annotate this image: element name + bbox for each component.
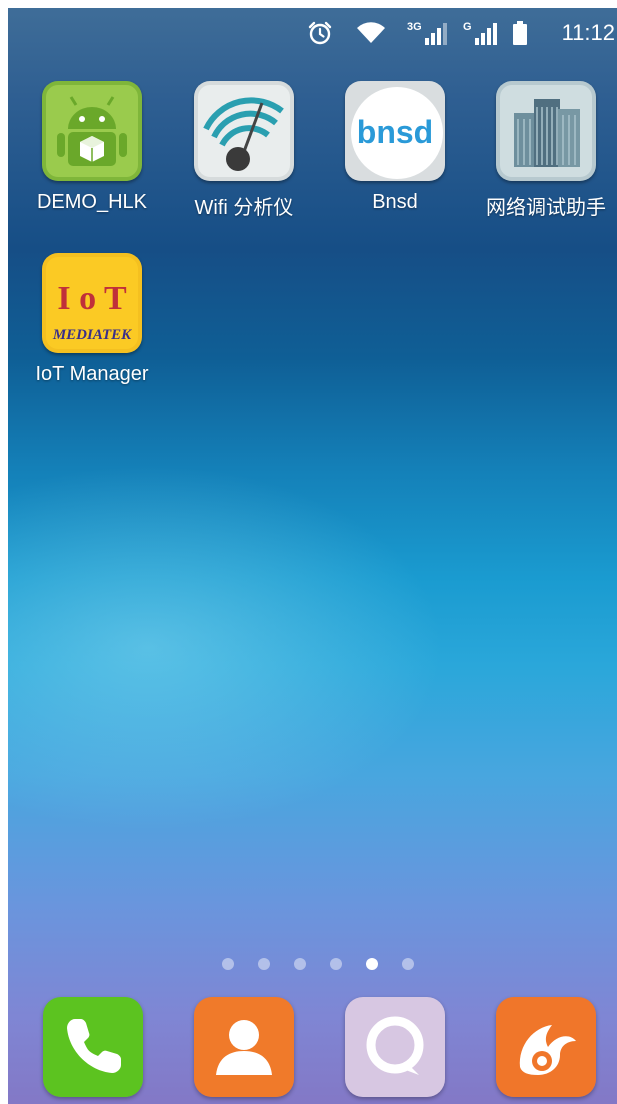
- app-label: Bnsd: [372, 191, 418, 213]
- network-3g-label: 3G: [407, 21, 422, 33]
- dock-contacts-button[interactable]: [194, 997, 294, 1097]
- home-screen: 3G G 11:12 DEMO_HLK Wifi 分析仪 bnsd Bnsd 网…: [8, 8, 617, 1104]
- wifi-icon: [357, 22, 385, 43]
- iot-manager-icon: I o T MEDIATEK: [42, 253, 142, 353]
- network-g-label: G: [463, 21, 472, 33]
- bnsd-tile-text: bnsd: [357, 114, 433, 150]
- status-time: 11:12: [561, 20, 615, 45]
- page-dot-3[interactable]: [294, 958, 306, 970]
- contacts-icon: [194, 997, 294, 1097]
- android-app-icon: [42, 81, 142, 181]
- app-label: IoT Manager: [35, 363, 149, 385]
- signal-3g-icon: 3G: [407, 21, 447, 45]
- iot-tile-text: I o T: [57, 280, 127, 317]
- messaging-icon: [345, 997, 445, 1097]
- page-dot-5-active[interactable]: [366, 958, 378, 970]
- app-wifi-analyzer[interactable]: Wifi 分析仪: [174, 81, 314, 220]
- wifi-analyzer-icon: [194, 81, 294, 181]
- network-debug-icon: [496, 81, 596, 181]
- app-demo-hlk[interactable]: DEMO_HLK: [22, 81, 162, 214]
- app-iot-manager[interactable]: I o T MEDIATEK IoT Manager: [22, 253, 162, 386]
- dock-phone-button[interactable]: [43, 997, 143, 1097]
- dock-uc-browser-button[interactable]: [496, 997, 596, 1097]
- page-dot-1[interactable]: [222, 958, 234, 970]
- battery-icon: [513, 21, 527, 45]
- phone-icon: [43, 997, 143, 1097]
- page-dot-2[interactable]: [258, 958, 270, 970]
- app-label: 网络调试助手: [486, 197, 606, 219]
- signal-g-icon: G: [463, 21, 497, 45]
- dock-messaging-button[interactable]: [345, 997, 445, 1097]
- page-dot-4[interactable]: [330, 958, 342, 970]
- uc-browser-icon: [496, 997, 596, 1097]
- app-network-debug[interactable]: 网络调试助手: [476, 81, 616, 220]
- page-indicator: [8, 958, 617, 972]
- mediatek-tile-text: MEDIATEK: [52, 327, 132, 343]
- app-label: Wifi 分析仪: [194, 197, 294, 219]
- bnsd-icon: bnsd: [345, 81, 445, 181]
- page-dot-6[interactable]: [402, 958, 414, 970]
- app-bnsd[interactable]: bnsd Bnsd: [325, 81, 465, 214]
- alarm-icon: [308, 21, 332, 45]
- app-label: DEMO_HLK: [36, 191, 148, 213]
- status-bar: 3G G 11:12: [8, 8, 617, 58]
